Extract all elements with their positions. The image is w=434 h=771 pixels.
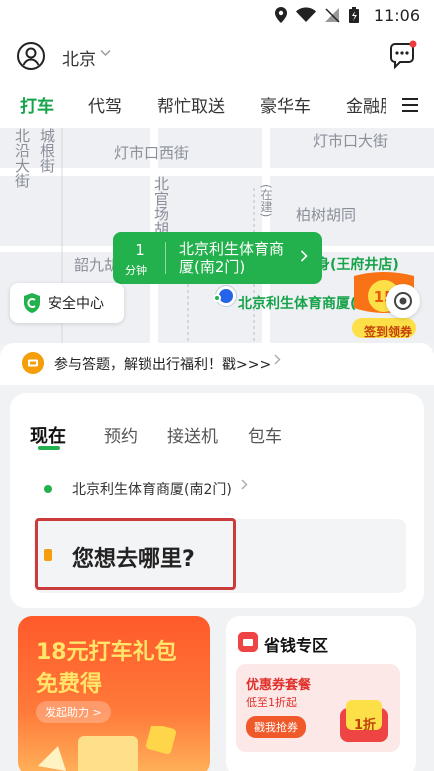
checkin-coupon-label: 签到领券 (363, 325, 412, 339)
ticket-icon (22, 352, 44, 374)
status-time: 11:06 (373, 6, 420, 25)
map-street-label: 柏树胡同 (296, 206, 357, 224)
origin-address[interactable]: 北京利生体育商厦(南2门) (72, 479, 232, 499)
destination-flag-icon (44, 549, 52, 561)
status-icons (274, 6, 360, 24)
safety-center-button[interactable]: 安全中心 (10, 283, 124, 323)
eta-minutes: 1 (135, 241, 145, 259)
map-street-label: (在建) (259, 184, 273, 218)
map-street-label: 城根街 (38, 128, 56, 173)
tab-charter[interactable]: 包车 (248, 422, 282, 447)
pickup-place-name: 北京利生体育商厦(南2门) (179, 240, 285, 276)
savings-zone-title: 省钱专区 (264, 636, 329, 655)
service-tabs: 打车 代驾 帮忙取送 豪华车 金融服 (0, 82, 434, 128)
booking-card: 现在 预约 接送机 包车 北京利生体育商厦(南2门) 您想去哪里? (10, 393, 424, 608)
tab-reserve[interactable]: 预约 (104, 422, 138, 447)
tab-airport-transfer[interactable]: 接送机 (167, 422, 218, 447)
coupon-bundle-card[interactable]: 优惠券套餐 低至1折起 戳我抢券 1折 (236, 664, 400, 752)
location-icon (275, 7, 287, 23)
chevron-down-icon (100, 50, 111, 56)
coupon-discount-text: 1折 (354, 718, 377, 733)
eta-divider (165, 242, 166, 274)
notice-text: 参与答题，解锁出行福利！戳>>> (54, 357, 272, 373)
savings-zone-card[interactable]: 省钱专区 优惠券套餐 低至1折起 戳我抢券 1折 (226, 616, 416, 771)
gift-pack-subtitle: 免费得 (36, 672, 103, 697)
safety-center-label: 安全中心 (48, 296, 104, 312)
menu-icon (402, 98, 418, 112)
tab-taxi[interactable]: 打车 (20, 92, 54, 117)
profile-avatar-icon[interactable] (16, 41, 46, 71)
status-bar: 11:06 (0, 0, 434, 30)
chevron-right-icon (274, 354, 281, 365)
chevron-right-icon (241, 479, 248, 490)
map-street-label: 灯市口西街 (114, 144, 190, 162)
pickup-pin (213, 294, 221, 302)
tab-now[interactable]: 现在 (30, 422, 66, 448)
messages-icon[interactable] (386, 40, 418, 72)
city-selector[interactable]: 北京 (62, 45, 96, 70)
tab-luxury[interactable]: 豪华车 (260, 92, 311, 117)
gift-illustration-icon (38, 726, 177, 771)
destination-placeholder: 您想去哪里? (72, 547, 195, 572)
map-street-label: 北沿大街 (13, 128, 31, 188)
tab-designated-driver[interactable]: 代驾 (88, 92, 122, 117)
top-header: 北京 (0, 30, 434, 82)
taxi-gift-pack-card[interactable]: 18元打车礼包 免费得 发起助力 > (18, 616, 210, 771)
battery-icon (349, 7, 359, 23)
chevron-right-icon (300, 250, 308, 262)
coupon-bundle-subtitle: 低至1折起 (246, 696, 297, 709)
tab-errand[interactable]: 帮忙取送 (157, 92, 225, 117)
no-signal-icon (325, 8, 340, 23)
gift-pack-title: 18元打车礼包 (36, 640, 177, 665)
active-tab-indicator (38, 446, 60, 450)
map-street-label: 灯市口大街 (313, 132, 389, 150)
shield-icon (24, 293, 40, 313)
pickup-eta-bubble[interactable]: 1 分钟 北京利生体育商厦(南2门) (113, 232, 322, 284)
notice-bar[interactable]: 参与答题，解锁出行福利！戳>>> (0, 343, 434, 385)
eta-unit: 分钟 (125, 264, 147, 277)
grab-coupon-button[interactable]: 戳我抢券 (246, 716, 306, 738)
coupon-bundle-title: 优惠券套餐 (246, 678, 312, 693)
origin-dot (44, 485, 52, 493)
locate-me-icon[interactable] (386, 284, 420, 318)
start-boost-button[interactable]: 发起助力 > (36, 701, 111, 723)
wifi-icon (296, 7, 316, 22)
savings-icon (238, 632, 258, 652)
more-services-button[interactable] (386, 82, 434, 128)
